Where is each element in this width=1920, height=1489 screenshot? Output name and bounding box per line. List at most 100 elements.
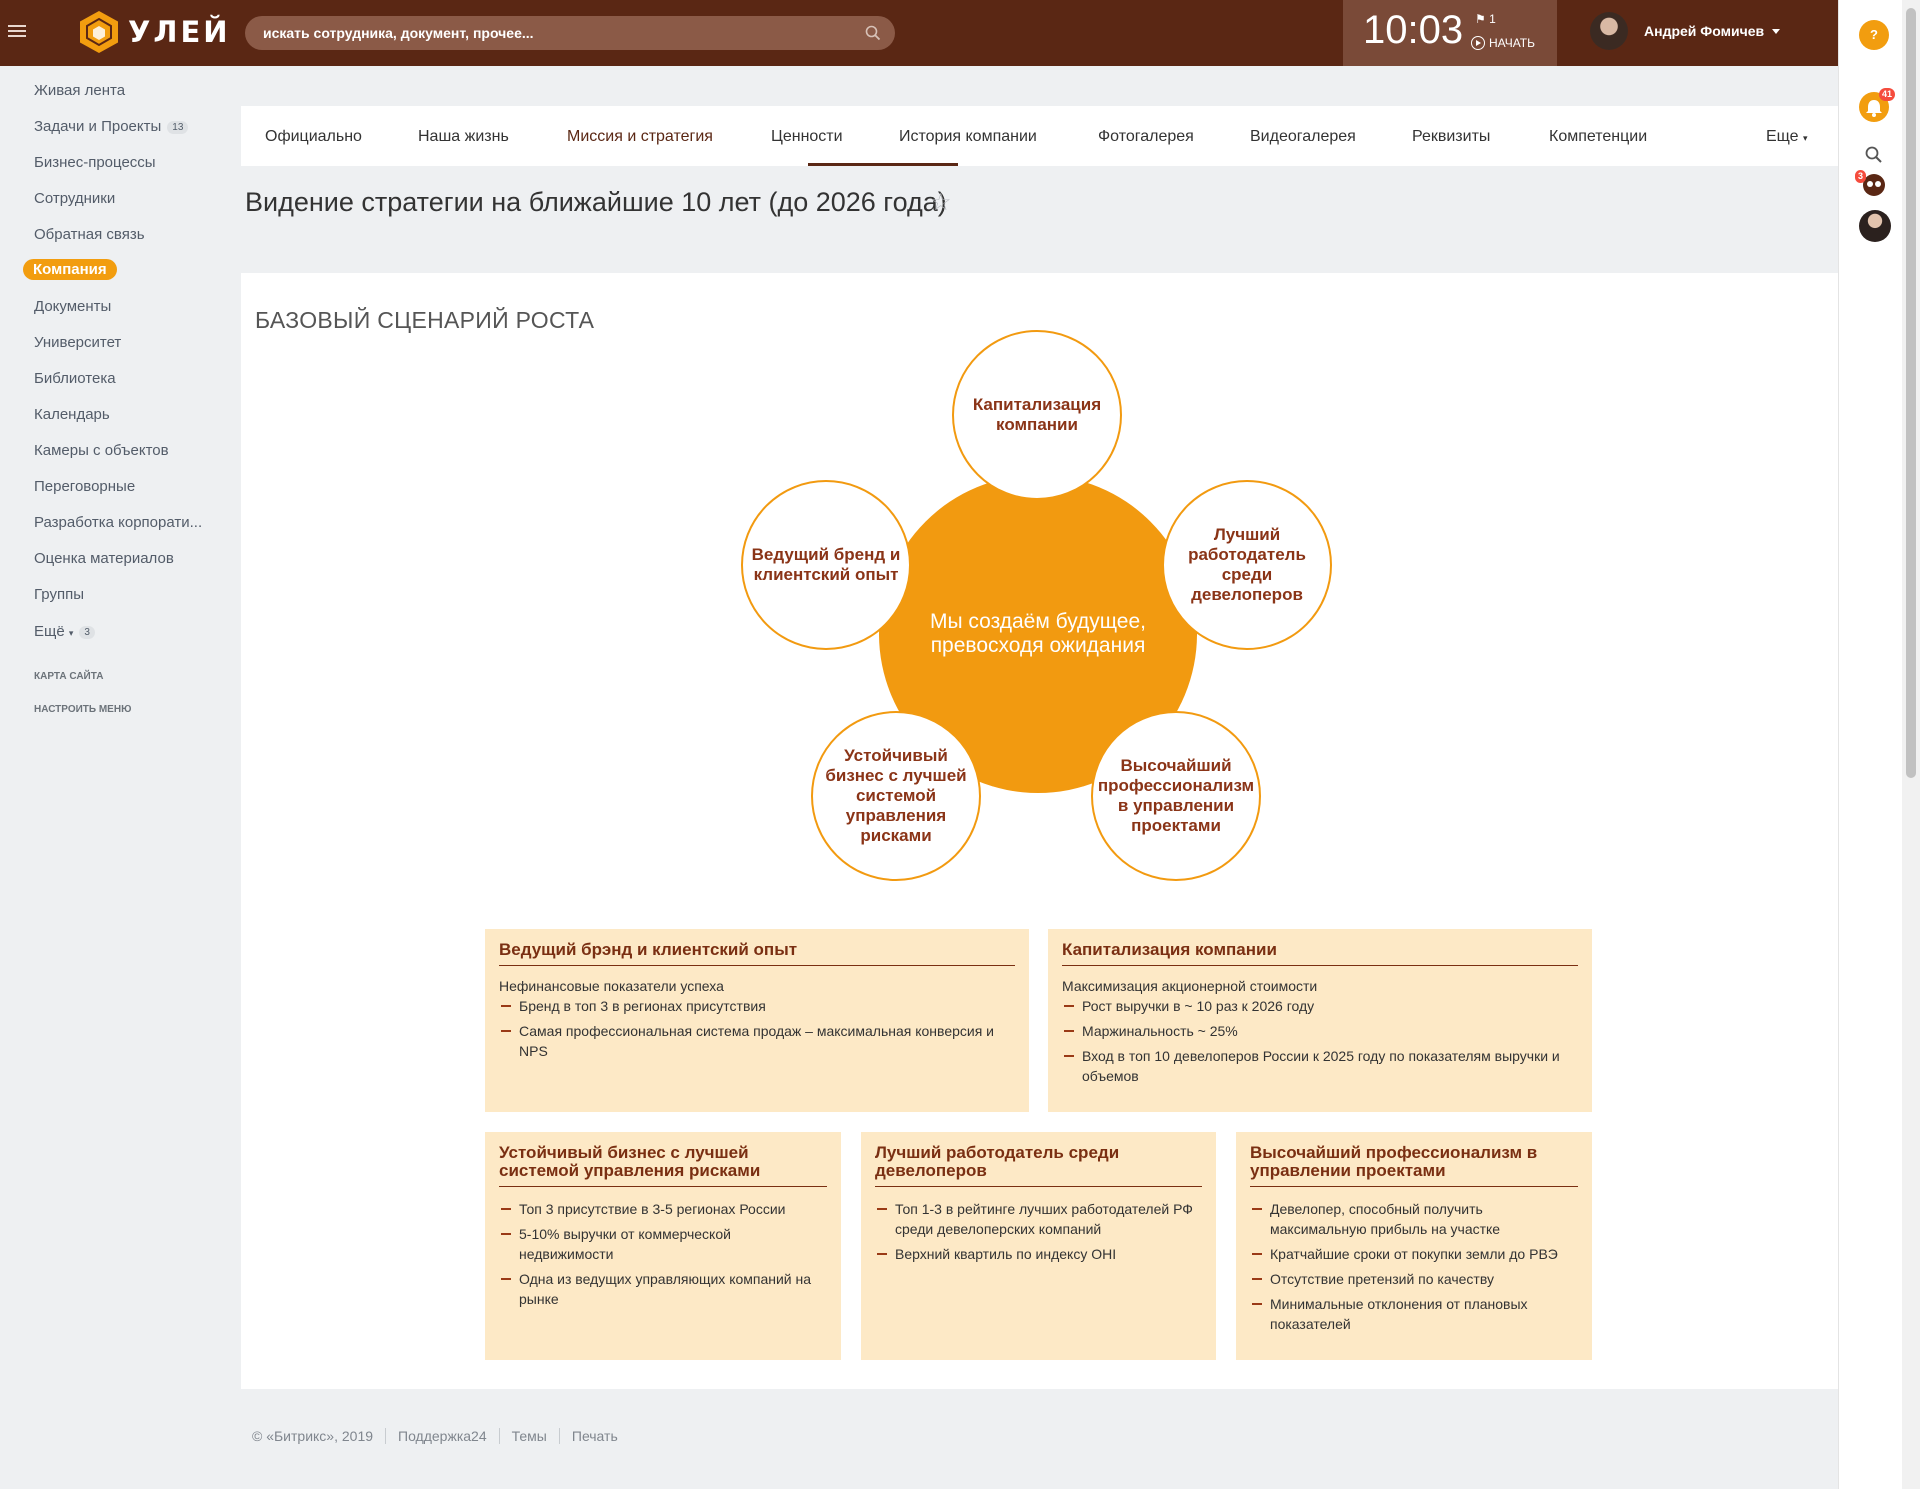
menu-item-label: Сотрудники [34,190,116,207]
scrollbar-thumb[interactable] [1906,8,1916,778]
diagram-circle-bottom-left: Устойчивый бизнес с лучшей системой упра… [811,711,981,881]
footer-themes-link[interactable]: Темы [498,1428,559,1444]
menu-item-label: Библиотека [34,370,116,387]
tab-more[interactable]: Еще ▾ [1766,128,1808,146]
user-menu[interactable]: Андрей Фомичев [1590,12,1781,50]
clock: 10:03 [1363,8,1464,52]
list-item: Самая профессиональная система продаж – … [499,1021,1015,1061]
help-button[interactable]: ? [1859,20,1889,50]
list-item: Одна из ведущих управляющих компаний на … [499,1269,827,1309]
start-label: НАЧАТЬ [1489,36,1536,50]
menu-item-label: Группы [34,586,84,603]
worktime-widget[interactable]: 10:03 ⚑ 1 НАЧАТЬ [1343,0,1557,66]
card-title: Лучший работодатель среди девелоперов [875,1144,1202,1187]
chat-badge: 3 [1855,170,1867,183]
start-workday-button[interactable]: НАЧАТЬ [1471,36,1535,50]
diagram-circle-label: Ведущий бренд и клиентский опыт [751,545,901,584]
menu-item-label: Бизнес-процессы [34,154,156,171]
tab-competences[interactable]: Компетенции [1549,128,1647,146]
content-area: БАЗОВЫЙ СЦЕНАРИЙ РОСТА Мы создаём будуще… [241,273,1838,1389]
menu-item-documents[interactable]: Документы [34,298,111,315]
panel-search-button[interactable] [1859,140,1889,170]
flag-counter[interactable]: ⚑ 1 [1475,12,1496,26]
card-brand: Ведущий брэнд и клиентский опыт Нефинанс… [485,929,1029,1112]
scrollbar[interactable] [1902,0,1920,1489]
sitemap-link[interactable]: КАРТА САЙТА [34,671,103,682]
diagram-circle-label: Лучший работодатель среди девелоперов [1188,525,1306,604]
list-item: Топ 1-3 в рейтинге лучших работодателей … [875,1199,1202,1239]
menu-item-cameras[interactable]: Камеры с объектов [34,442,169,459]
menu-item-employees[interactable]: Сотрудники [34,190,115,207]
chevron-down-icon [1772,28,1781,34]
search-icon[interactable] [865,25,881,41]
list-item: Вход в топ 10 девелоперов России к 2025 … [1062,1046,1578,1086]
card-list: Топ 3 присутствие в 3-5 регионах России … [499,1199,827,1309]
menu-burger-icon[interactable] [8,22,26,42]
section-title: БАЗОВЫЙ СЦЕНАРИЙ РОСТА [255,307,595,333]
menu-item-label: Ещё [34,623,65,640]
diagram-circle-top: Капитализация компании [952,330,1122,500]
tab-requisites[interactable]: Реквизиты [1412,128,1490,146]
list-item: Кратчайшие сроки от покупки земли до РВЭ [1250,1244,1578,1264]
right-panel: ? 41 3 [1838,0,1903,1489]
footer: © «Битрикс», 2019 Поддержка24 Темы Печат… [252,1428,630,1444]
search-bar[interactable] [245,16,895,50]
flag-count: 1 [1489,12,1496,26]
menu-item-label: Переговорные [34,478,136,495]
tab-photos[interactable]: Фотогалерея [1098,128,1194,146]
menu-item-label: Живая лента [34,82,126,99]
list-item: Девелопер, способный получить максимальн… [1250,1199,1578,1239]
tab-mission[interactable]: Миссия и стратегия [567,128,713,146]
menu-item-tasks[interactable]: Задачи и Проекты 13 [34,118,189,135]
menu-item-company[interactable]: Компания [23,259,117,280]
menu-item-live-feed[interactable]: Живая лента [34,82,125,99]
notifications-badge: 41 [1879,88,1896,101]
search-icon [1865,146,1882,163]
search-input[interactable] [245,24,845,42]
tab-more-label: Еще [1766,128,1799,145]
menu-item-meeting-rooms[interactable]: Переговорные [34,478,135,495]
menu-item-label: Университет [34,334,122,351]
menu-item-more[interactable]: Ещё ▾ 3 [34,623,95,640]
menu-item-university[interactable]: Университет [34,334,121,351]
footer-print-link[interactable]: Печать [558,1428,630,1444]
card-subtitle: Нефинансовые показатели успеха [499,978,724,994]
menu-item-materials[interactable]: Оценка материалов [34,550,174,567]
menu-item-label: Документы [34,298,112,315]
diagram-circle-bottom-right: Высочайший профессионализм в управлении … [1091,711,1261,881]
chevron-down-icon: ▾ [1803,133,1808,143]
menu-item-label: Календарь [34,406,110,423]
menu-item-business-processes[interactable]: Бизнес-процессы [34,154,156,171]
contact-avatar[interactable] [1859,210,1891,242]
menu-item-feedback[interactable]: Обратная связь [34,226,145,243]
star-icon[interactable]: ☆ [930,188,952,217]
menu-item-library[interactable]: Библиотека [34,370,116,387]
tab-history[interactable]: История компании [899,128,1037,146]
notifications-button[interactable]: 41 [1859,88,1896,122]
menu-item-label: Камеры с объектов [34,442,169,459]
menu-item-development[interactable]: Разработка корпорати... [34,514,202,531]
diagram-circle-right: Лучший работодатель среди девелоперов [1162,480,1332,650]
menu-item-label: Задачи и Проекты [34,118,162,135]
menu-item-label: Компания [33,261,107,278]
list-item: Топ 3 присутствие в 3-5 регионах России [499,1199,827,1219]
tab-videos[interactable]: Видеогалерея [1250,128,1356,146]
configure-menu-link[interactable]: НАСТРОИТЬ МЕНЮ [34,704,131,715]
tab-official[interactable]: Официально [265,128,362,146]
menu-item-groups[interactable]: Группы [34,586,84,603]
logo[interactable]: УЛЕЙ [76,9,231,55]
menu-item-calendar[interactable]: Календарь [34,406,110,423]
card-risk: Устойчивый бизнес с лучшей системой упра… [485,1132,841,1360]
logo-hex-icon [80,11,118,53]
page-title: Видение стратегии на ближайшие 10 лет (д… [245,187,947,217]
card-projects: Высочайший профессионализм в управлении … [1236,1132,1592,1360]
footer-support-link[interactable]: Поддержка24 [385,1428,499,1444]
tab-values[interactable]: Ценности [771,128,843,146]
flag-icon: ⚑ [1475,12,1486,26]
list-item: Рост выручки в ~ 10 раз к 2026 году [1062,996,1578,1016]
chat-button[interactable]: 3 [1855,170,1889,200]
top-header: УЛЕЙ 10:03 ⚑ 1 НАЧАТЬ Андрей Фомичев [0,0,1838,66]
avatar [1590,12,1628,50]
tab-our-life[interactable]: Наша жизнь [418,128,509,146]
card-list: Топ 1-3 в рейтинге лучших работодателей … [875,1199,1202,1264]
